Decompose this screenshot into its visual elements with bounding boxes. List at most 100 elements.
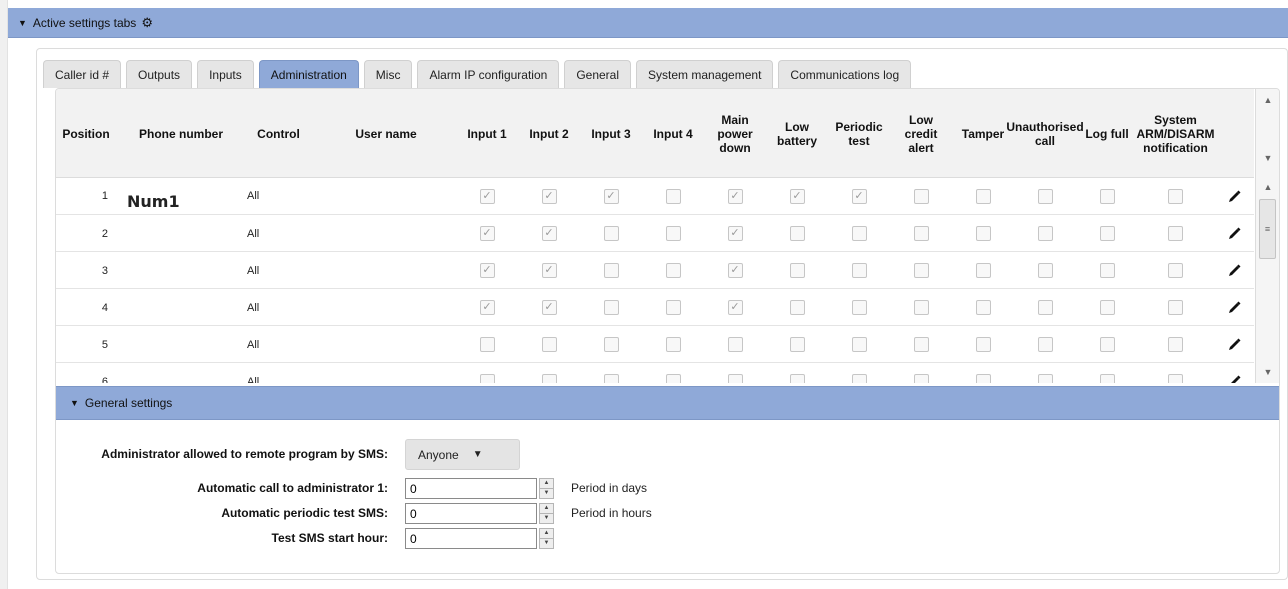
checkbox[interactable]	[913, 189, 929, 204]
periodic-sms-spin[interactable]: ▲ ▼	[539, 503, 554, 524]
tab-misc[interactable]: Misc	[363, 60, 413, 88]
pencil-icon[interactable]	[1226, 263, 1242, 279]
checkbox[interactable]	[1037, 337, 1053, 352]
checkbox[interactable]: ✓	[727, 189, 743, 204]
tab-general[interactable]: General	[564, 60, 632, 88]
edit-row-button[interactable]	[1213, 289, 1254, 326]
spin-up-icon[interactable]: ▲	[540, 504, 553, 513]
user-name-cell[interactable]	[316, 363, 456, 383]
checkbox[interactable]	[1099, 337, 1115, 352]
test-hour-input[interactable]	[405, 528, 537, 549]
checkbox[interactable]: ✓	[479, 300, 495, 315]
checkbox[interactable]	[665, 374, 681, 383]
tab-caller-id[interactable]: Caller id #	[43, 60, 122, 88]
pencil-icon[interactable]	[1226, 337, 1242, 353]
checkbox[interactable]	[1099, 300, 1115, 315]
phone-number-cell[interactable]	[121, 252, 241, 289]
checkbox[interactable]	[1037, 189, 1053, 204]
auto-call-stepper[interactable]: ▲▼	[405, 478, 554, 499]
pencil-icon[interactable]	[1226, 226, 1242, 242]
checkbox[interactable]	[789, 226, 805, 241]
checkbox[interactable]: ✓	[541, 226, 557, 241]
checkbox[interactable]	[1168, 300, 1183, 315]
checkbox[interactable]	[665, 300, 681, 315]
checkbox[interactable]	[851, 263, 867, 278]
checkbox[interactable]	[975, 374, 991, 383]
tab-administration[interactable]: Administration	[258, 60, 359, 88]
auto-call-input[interactable]	[405, 478, 537, 499]
edit-row-button[interactable]	[1213, 326, 1254, 363]
checkbox[interactable]	[479, 374, 495, 383]
checkbox[interactable]	[789, 300, 805, 315]
pencil-icon[interactable]	[1226, 300, 1242, 316]
checkbox[interactable]	[665, 337, 681, 352]
checkbox[interactable]	[975, 226, 991, 241]
checkbox[interactable]	[1168, 337, 1183, 352]
checkbox[interactable]: ✓	[479, 226, 495, 241]
checkbox[interactable]: ✓	[541, 263, 557, 278]
checkbox[interactable]: ✓	[727, 300, 743, 315]
scroll-up-icon[interactable]: ▲	[1256, 182, 1279, 192]
checkbox[interactable]	[851, 337, 867, 352]
periodic-sms-input[interactable]	[405, 503, 537, 524]
checkbox[interactable]	[975, 300, 991, 315]
checkbox[interactable]	[603, 374, 619, 383]
checkbox[interactable]	[603, 337, 619, 352]
checkbox[interactable]	[541, 337, 557, 352]
checkbox[interactable]	[603, 263, 619, 278]
checkbox[interactable]	[913, 226, 929, 241]
admin-sms-select[interactable]: Anyone ▼	[405, 439, 520, 470]
checkbox[interactable]	[913, 374, 929, 383]
checkbox[interactable]	[665, 226, 681, 241]
checkbox[interactable]	[1037, 300, 1053, 315]
general-settings-header[interactable]: ▼ General settings	[56, 386, 1279, 420]
collapse-caret-icon[interactable]: ▼	[18, 18, 27, 28]
collapse-caret-icon[interactable]: ▼	[70, 398, 79, 408]
gear-icon[interactable]: ⚙	[141, 15, 153, 31]
checkbox[interactable]: ✓	[851, 189, 867, 204]
checkbox[interactable]	[665, 263, 681, 278]
tab-inputs[interactable]: Inputs	[197, 60, 254, 88]
header-scroll-down-icon[interactable]: ▼	[1256, 153, 1279, 163]
phone-number-cell[interactable]	[121, 289, 241, 326]
checkbox[interactable]	[665, 189, 681, 204]
spin-up-icon[interactable]: ▲	[540, 479, 553, 488]
tab-system-management[interactable]: System management	[636, 60, 774, 88]
checkbox[interactable]	[975, 337, 991, 352]
checkbox[interactable]	[603, 226, 619, 241]
checkbox[interactable]	[1037, 226, 1053, 241]
checkbox[interactable]	[479, 337, 495, 352]
checkbox[interactable]	[789, 263, 805, 278]
edit-row-button[interactable]	[1213, 215, 1254, 252]
checkbox[interactable]	[603, 300, 619, 315]
periodic-sms-stepper[interactable]: ▲▼	[405, 503, 554, 524]
scroll-thumb[interactable]: ≡	[1259, 199, 1276, 259]
spin-down-icon[interactable]: ▼	[540, 538, 553, 548]
scroll-down-icon[interactable]: ▼	[1256, 367, 1279, 377]
table-row[interactable]: 1 Num1 All ✓ ✓ ✓ ✓ ✓ ✓	[56, 178, 1254, 215]
header-scroll-up-icon[interactable]: ▲	[1256, 95, 1279, 105]
checkbox[interactable]	[851, 374, 867, 383]
table-row[interactable]: 4 All ✓ ✓ ✓	[56, 289, 1254, 326]
checkbox[interactable]	[975, 263, 991, 278]
test-hour-stepper[interactable]: ▲▼	[405, 528, 554, 549]
checkbox[interactable]	[727, 337, 743, 352]
user-name-cell[interactable]	[316, 178, 456, 215]
checkbox[interactable]: ✓	[541, 300, 557, 315]
checkbox[interactable]	[541, 374, 557, 383]
spin-up-icon[interactable]: ▲	[540, 529, 553, 538]
checkbox[interactable]	[1099, 263, 1115, 278]
table-row[interactable]: 2 All ✓ ✓ ✓	[56, 215, 1254, 252]
checkbox[interactable]	[1168, 263, 1183, 278]
pencil-icon[interactable]	[1226, 374, 1242, 383]
checkbox[interactable]	[851, 226, 867, 241]
checkbox[interactable]	[1037, 263, 1053, 278]
test-hour-spin[interactable]: ▲ ▼	[539, 528, 554, 549]
edit-row-button[interactable]	[1213, 252, 1254, 289]
phone-number-cell[interactable]	[121, 363, 241, 383]
pencil-icon[interactable]	[1226, 189, 1242, 205]
checkbox[interactable]	[1099, 226, 1115, 241]
checkbox[interactable]	[789, 337, 805, 352]
phone-number-cell[interactable]	[121, 326, 241, 363]
table-scrollbar[interactable]: ▲ ▼ ▲ ≡ ▼	[1255, 89, 1279, 383]
